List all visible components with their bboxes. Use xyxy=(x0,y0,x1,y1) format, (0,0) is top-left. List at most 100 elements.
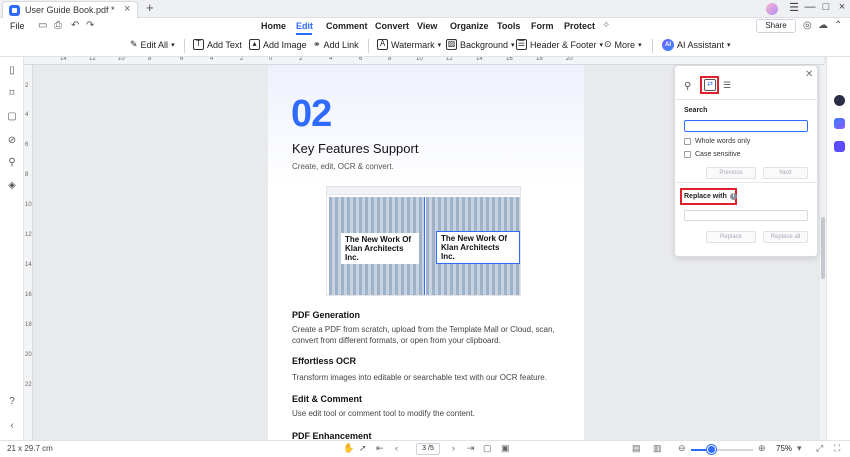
redo-icon[interactable]: ↷ xyxy=(86,20,94,31)
replace-all-button[interactable]: Replace all xyxy=(763,231,808,243)
tab-tools[interactable]: Tools xyxy=(497,21,520,31)
close-icon[interactable]: ✕ xyxy=(805,69,813,80)
attachment-icon[interactable]: ⊘ xyxy=(6,135,18,147)
zoom-slider-handle[interactable] xyxy=(707,445,716,454)
cloud-upload-icon[interactable]: ☁ xyxy=(818,20,828,31)
menu-file[interactable]: File xyxy=(10,21,25,31)
new-tab-icon[interactable]: + xyxy=(146,0,154,15)
share-button[interactable]: Share xyxy=(756,19,796,33)
toolbar-divider xyxy=(368,39,369,53)
document-page[interactable]: 02 Key Features Support Create, edit, OC… xyxy=(268,65,584,440)
more-label: More xyxy=(614,39,636,50)
last-page-icon[interactable]: ⇥ xyxy=(467,443,475,454)
select-tool-icon[interactable]: ➚ xyxy=(359,443,367,454)
more-button[interactable]: ⊙ More ▾ xyxy=(604,39,642,50)
tab-protect[interactable]: Protect xyxy=(564,21,595,31)
scrollbar-thumb[interactable] xyxy=(821,217,825,279)
hamburger-menu-icon[interactable]: ☰ xyxy=(786,1,802,14)
page-layout-icon[interactable]: ▥ xyxy=(653,443,662,454)
tab-close-icon[interactable]: × xyxy=(124,3,130,15)
hand-tool-icon[interactable]: ✋ xyxy=(343,443,354,454)
document-tab[interactable]: User Guide Book.pdf * × xyxy=(2,1,138,18)
ruler-mark: 2 xyxy=(299,57,303,62)
edit-all-button[interactable]: ✎ Edit All ▾ xyxy=(130,39,175,50)
zoom-out-icon[interactable]: ⊖ xyxy=(678,443,686,454)
previous-page-icon[interactable]: ‹ xyxy=(395,443,398,453)
whole-words-checkbox[interactable]: Whole words only xyxy=(684,138,750,145)
toolbar-divider xyxy=(652,39,653,53)
checkbox-box xyxy=(684,138,691,145)
tab-view[interactable]: View xyxy=(417,21,437,31)
comment-icon[interactable]: ▢ xyxy=(6,111,18,123)
tab-title: User Guide Book.pdf * xyxy=(25,5,115,15)
search-replace-panel: ✕ ⚲ ⇄ ☰ Search Whole words only Case sen… xyxy=(674,65,819,257)
ruler-mark: 18 xyxy=(25,322,32,328)
tab-convert[interactable]: Convert xyxy=(375,21,409,31)
chapter-title: Key Features Support xyxy=(292,141,419,156)
replace-input[interactable] xyxy=(684,210,808,221)
collapse-left-icon[interactable]: ‹ xyxy=(6,420,18,432)
search-icon[interactable]: ⚲ xyxy=(6,157,18,169)
zoom-level[interactable]: 75% xyxy=(776,444,792,453)
maximize-icon[interactable]: □ xyxy=(818,1,834,13)
panel-divider xyxy=(675,182,819,183)
search-icon[interactable]: ⚲ xyxy=(684,81,691,92)
case-sensitive-checkbox[interactable]: Case sensitive xyxy=(684,151,741,158)
rocket-icon[interactable]: ✧ xyxy=(602,20,610,31)
info-icon[interactable]: i xyxy=(729,193,737,200)
background-button[interactable]: ▨ Background ▾ xyxy=(446,39,515,50)
layers-icon[interactable]: ◈ xyxy=(6,180,18,192)
watermark-label: Watermark xyxy=(391,39,435,50)
tab-organize[interactable]: Organize xyxy=(450,21,489,31)
ruler-mark: 2 xyxy=(25,83,29,89)
minimize-icon[interactable]: — xyxy=(802,1,818,13)
search-list-icon[interactable]: ☰ xyxy=(723,80,731,91)
replace-mode-icon[interactable]: ⇄ xyxy=(704,79,716,91)
tab-home[interactable]: Home xyxy=(261,21,286,31)
collapse-icon[interactable]: ⌃ xyxy=(834,20,842,31)
rotate-icon[interactable]: ▣ xyxy=(501,443,510,454)
add-text-button[interactable]: T Add Text xyxy=(193,39,242,50)
fit-width-icon[interactable]: ⤢ xyxy=(816,443,823,454)
watermark-icon: A xyxy=(377,39,388,50)
tab-comment[interactable]: Comment xyxy=(326,21,368,31)
watermark-button[interactable]: A Watermark ▾ xyxy=(377,39,441,50)
next-button[interactable]: Next xyxy=(763,167,808,179)
fit-page-icon[interactable]: ▢ xyxy=(483,443,492,454)
summary-icon[interactable] xyxy=(834,141,845,152)
ruler-mark: 16 xyxy=(25,292,32,298)
section-body: Use edit tool or comment tool to modify … xyxy=(292,409,475,418)
thumbnails-icon[interactable]: ▯ xyxy=(6,65,18,77)
zoom-in-icon[interactable]: ⊕ xyxy=(758,443,766,454)
tab-form[interactable]: Form xyxy=(531,21,554,31)
previous-button[interactable]: Previous xyxy=(706,167,756,179)
add-image-button[interactable]: ▴ Add Image xyxy=(249,39,307,50)
notification-icon[interactable]: ◎ xyxy=(803,20,812,31)
zoom-dropdown-icon[interactable]: ▾ xyxy=(797,443,802,454)
header-footer-button[interactable]: ☰ Header & Footer ▾ xyxy=(516,39,603,50)
tab-edit[interactable]: Edit xyxy=(296,21,313,31)
help-icon[interactable]: ? xyxy=(6,396,18,408)
undo-icon[interactable]: ↶ xyxy=(71,20,79,31)
save-icon[interactable]: ▭ xyxy=(38,20,47,31)
translate-icon[interactable] xyxy=(834,118,845,129)
ai-chat-icon[interactable] xyxy=(834,95,845,106)
ai-assistant-button[interactable]: AI AI Assistant ▾ xyxy=(662,39,731,51)
page-view-icon[interactable]: ▤ xyxy=(632,443,641,454)
whole-words-label: Whole words only xyxy=(695,138,751,145)
ruler-mark: 20 xyxy=(566,57,573,62)
fullscreen-icon[interactable]: ⛶ xyxy=(834,443,840,454)
close-window-icon[interactable]: × xyxy=(834,1,850,13)
next-page-icon[interactable]: › xyxy=(452,443,455,453)
first-page-icon[interactable]: ⇤ xyxy=(376,443,384,454)
add-link-button[interactable]: ⚭ Add Link xyxy=(313,39,359,50)
avatar[interactable] xyxy=(766,3,778,15)
right-sidebar xyxy=(826,57,850,440)
page-number-input[interactable]: 3 /5 xyxy=(416,443,440,455)
print-icon[interactable]: ⎙ xyxy=(54,20,62,31)
bookmark-icon[interactable]: ⌑ xyxy=(6,88,18,100)
ruler-mark: 12 xyxy=(25,232,32,238)
replace-button[interactable]: Replace xyxy=(706,231,756,243)
search-input[interactable] xyxy=(684,120,808,132)
background-icon: ▨ xyxy=(446,39,457,50)
